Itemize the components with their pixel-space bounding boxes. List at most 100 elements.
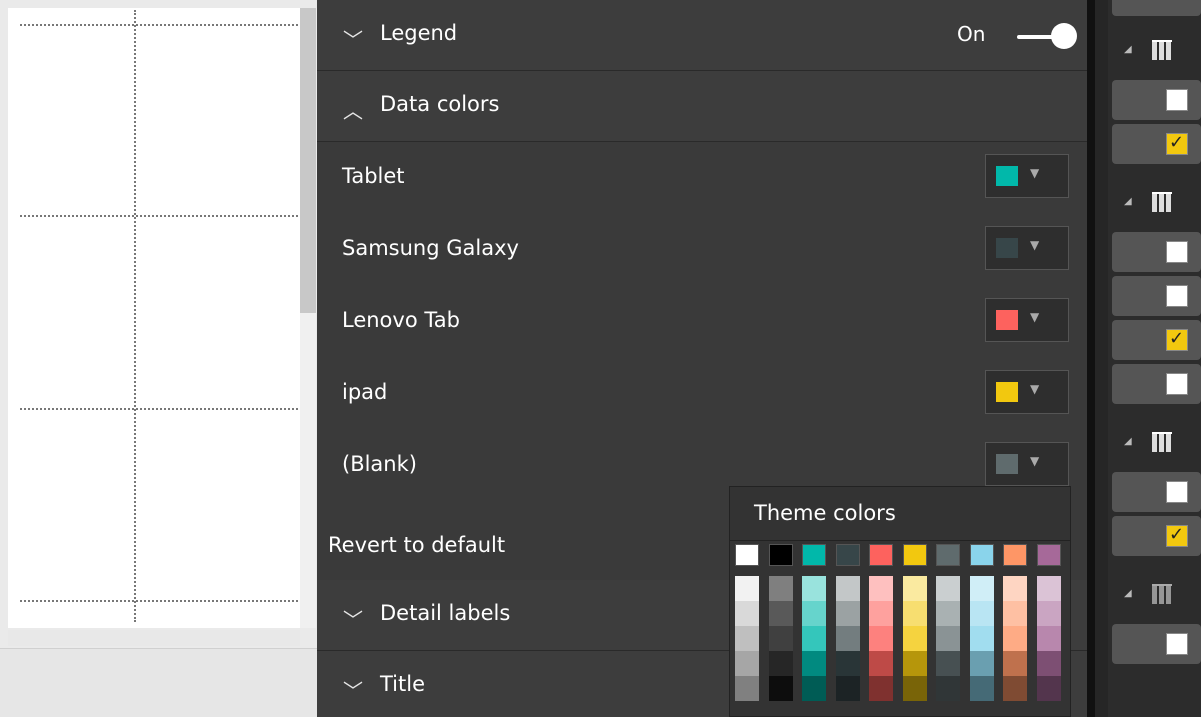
shade-swatch[interactable] [835, 626, 860, 651]
shade-swatch[interactable] [802, 626, 826, 651]
shade-swatch[interactable] [869, 676, 893, 701]
shade-swatch[interactable] [1036, 601, 1061, 626]
shade-swatch[interactable] [1003, 576, 1027, 601]
shade-swatch[interactable] [1003, 651, 1027, 676]
unchecked-checkbox[interactable] [1166, 285, 1188, 307]
shade-swatch[interactable] [1003, 676, 1027, 701]
shade-swatch[interactable] [902, 651, 927, 676]
field-item[interactable] [1112, 0, 1201, 16]
shade-swatch[interactable] [869, 601, 893, 626]
shade-swatch[interactable] [1036, 576, 1061, 601]
shade-swatch[interactable] [936, 651, 960, 676]
field-item[interactable] [1112, 232, 1201, 272]
shade-swatch[interactable] [835, 601, 860, 626]
expand-triangle-icon[interactable]: ◢ [1124, 588, 1132, 599]
shade-swatch[interactable] [735, 576, 759, 601]
color-picker-dropdown[interactable]: ▼ [985, 442, 1069, 486]
theme-color-swatch[interactable] [936, 544, 960, 566]
shade-swatch[interactable] [835, 576, 860, 601]
report-canvas[interactable] [0, 0, 317, 717]
checked-checkbox[interactable] [1166, 328, 1188, 351]
shade-swatch[interactable] [969, 626, 994, 651]
shade-swatch[interactable] [1036, 651, 1061, 676]
shade-swatch[interactable] [835, 651, 860, 676]
theme-color-swatch[interactable] [1003, 544, 1027, 566]
field-item[interactable] [1112, 516, 1201, 556]
shade-swatch[interactable] [969, 651, 994, 676]
canvas-scrollbar-thumb[interactable] [300, 8, 316, 313]
field-item[interactable] [1112, 80, 1201, 120]
table-icon[interactable] [1152, 584, 1172, 604]
shade-swatch[interactable] [969, 576, 994, 601]
checked-checkbox[interactable] [1166, 132, 1188, 155]
shade-swatch[interactable] [902, 576, 927, 601]
theme-color-swatch[interactable] [969, 544, 994, 566]
shade-swatch[interactable] [936, 676, 960, 701]
expand-triangle-icon[interactable]: ◢ [1124, 196, 1132, 207]
shade-swatch[interactable] [969, 676, 994, 701]
shade-swatch[interactable] [768, 576, 793, 601]
unchecked-checkbox[interactable] [1166, 241, 1188, 263]
color-picker-dropdown[interactable]: ▼ [985, 298, 1069, 342]
canvas-horizontal-scrollbar[interactable] [8, 630, 300, 646]
color-picker-dropdown[interactable]: ▼ [985, 154, 1069, 198]
shade-swatch[interactable] [902, 601, 927, 626]
shade-swatch[interactable] [802, 601, 826, 626]
shade-swatch[interactable] [735, 601, 759, 626]
field-item[interactable] [1112, 276, 1201, 316]
table-icon[interactable] [1152, 192, 1172, 212]
shade-swatch[interactable] [869, 651, 893, 676]
shade-swatch[interactable] [768, 626, 793, 651]
shade-swatch[interactable] [768, 676, 793, 701]
theme-color-swatch[interactable] [1036, 544, 1061, 566]
shade-swatch[interactable] [902, 626, 927, 651]
field-item[interactable] [1112, 364, 1201, 404]
shade-swatch[interactable] [1003, 626, 1027, 651]
shade-swatch[interactable] [802, 676, 826, 701]
revert-to-default-link[interactable]: Revert to default [328, 533, 505, 557]
expand-triangle-icon[interactable]: ◢ [1124, 44, 1132, 55]
shade-swatch[interactable] [936, 626, 960, 651]
color-picker-dropdown[interactable]: ▼ [985, 370, 1069, 414]
shade-swatch[interactable] [902, 676, 927, 701]
shade-swatch[interactable] [802, 576, 826, 601]
shade-swatch[interactable] [969, 601, 994, 626]
theme-color-swatch[interactable] [869, 544, 893, 566]
field-item[interactable] [1112, 320, 1201, 360]
shade-swatch[interactable] [802, 651, 826, 676]
shade-swatch[interactable] [936, 576, 960, 601]
field-item[interactable] [1112, 624, 1201, 664]
field-item[interactable] [1112, 124, 1201, 164]
shade-swatch[interactable] [735, 676, 759, 701]
data-colors-section-header[interactable]: ︿ Data colors [317, 71, 1087, 142]
shade-swatch[interactable] [1036, 626, 1061, 651]
legend-section-header[interactable]: ﹀ Legend On [317, 0, 1087, 71]
unchecked-checkbox[interactable] [1166, 89, 1188, 111]
color-picker-dropdown[interactable]: ▼ [985, 226, 1069, 270]
unchecked-checkbox[interactable] [1166, 373, 1188, 395]
theme-color-swatch[interactable] [835, 544, 860, 566]
shade-swatch[interactable] [835, 676, 860, 701]
theme-color-swatch[interactable] [768, 544, 793, 566]
expand-triangle-icon[interactable]: ◢ [1124, 436, 1132, 447]
checked-checkbox[interactable] [1166, 524, 1188, 547]
shade-swatch[interactable] [936, 601, 960, 626]
unchecked-checkbox[interactable] [1166, 481, 1188, 503]
shade-swatch[interactable] [1003, 601, 1027, 626]
shade-swatch[interactable] [869, 576, 893, 601]
shade-swatch[interactable] [735, 651, 759, 676]
unchecked-checkbox[interactable] [1166, 633, 1188, 655]
theme-color-swatch[interactable] [735, 544, 759, 566]
table-icon[interactable] [1152, 432, 1172, 452]
shade-swatch[interactable] [768, 651, 793, 676]
theme-color-swatch[interactable] [802, 544, 826, 566]
shade-swatch[interactable] [1036, 676, 1061, 701]
table-icon[interactable] [1152, 40, 1172, 60]
theme-color-swatch[interactable] [902, 544, 927, 566]
shade-swatch[interactable] [768, 601, 793, 626]
legend-toggle-knob[interactable] [1051, 23, 1077, 49]
canvas-page[interactable] [8, 8, 300, 628]
shade-swatch[interactable] [735, 626, 759, 651]
field-item[interactable] [1112, 472, 1201, 512]
shade-swatch[interactable] [869, 626, 893, 651]
